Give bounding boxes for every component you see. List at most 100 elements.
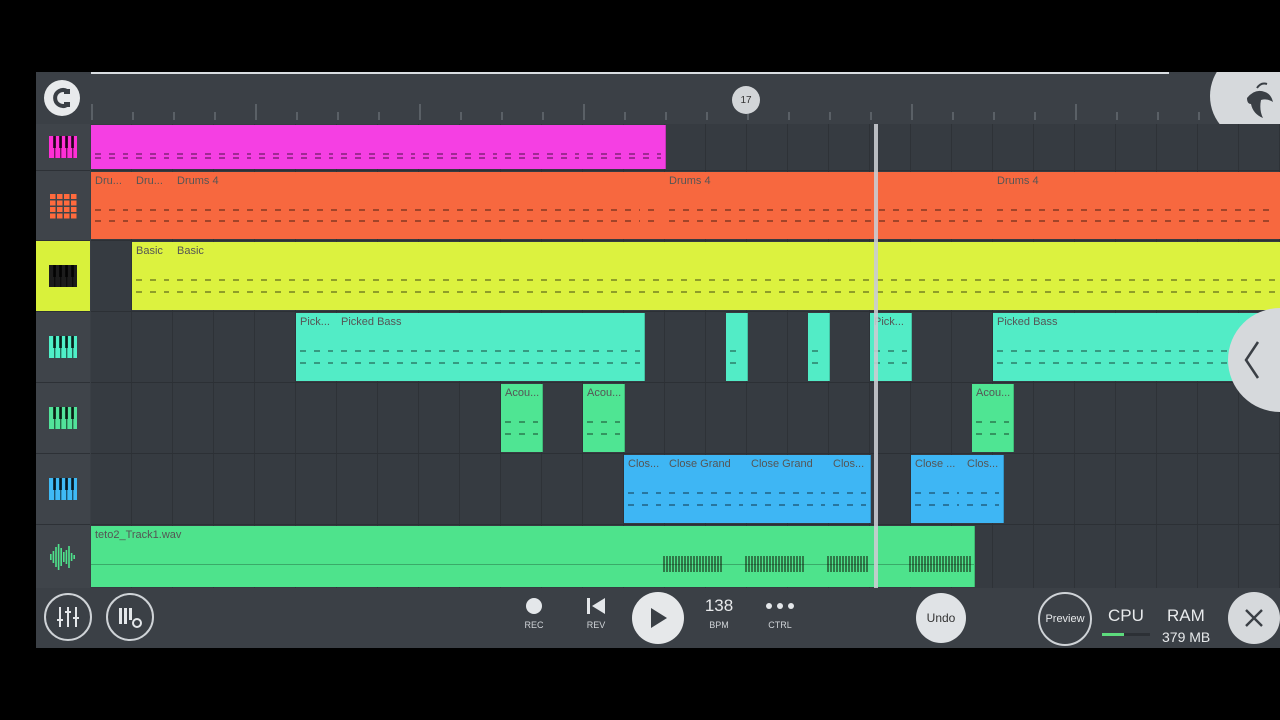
pattern-clip[interactable]: Drums 4 bbox=[173, 172, 645, 239]
clip-notes-preview bbox=[833, 477, 866, 517]
mixer-button[interactable] bbox=[44, 593, 92, 641]
undo-button[interactable]: Undo bbox=[916, 593, 966, 643]
clip-label: Dru... bbox=[136, 175, 163, 187]
track-lane[interactable]: Pick... Picked Bass Pick... Picked Bass bbox=[91, 312, 1280, 383]
piano-roll-icon bbox=[49, 265, 77, 287]
pattern-clip[interactable] bbox=[972, 172, 994, 239]
ruler-tick bbox=[255, 104, 257, 120]
track-lane[interactable]: Dru... Dru... Drums 4 Drums 4 Drums 4 bbox=[91, 171, 1280, 241]
pattern-clip[interactable]: Close ... bbox=[911, 455, 964, 523]
ram-value: 379 MB bbox=[1162, 629, 1211, 645]
ruler-tick bbox=[460, 112, 462, 120]
clip-label: Picked Bass bbox=[997, 316, 1058, 328]
ruler-tick bbox=[1198, 112, 1200, 120]
ruler-ticks bbox=[91, 100, 1280, 120]
pattern-clip[interactable] bbox=[808, 313, 830, 381]
ruler-tick bbox=[665, 112, 667, 120]
more-dots-icon bbox=[766, 603, 794, 609]
clip-label: Acou... bbox=[505, 387, 540, 399]
cpu-label: CPU bbox=[1108, 606, 1144, 625]
track-header[interactable] bbox=[36, 454, 90, 525]
ruler-tick bbox=[296, 112, 298, 120]
track-header[interactable] bbox=[36, 124, 90, 171]
tempo-button[interactable]: 138 BPM bbox=[698, 596, 740, 642]
pattern-clip[interactable]: Basic bbox=[132, 242, 174, 310]
pattern-clip[interactable]: Acou... bbox=[501, 384, 543, 452]
clip-notes-preview bbox=[874, 335, 907, 375]
track-lane[interactable]: Clos... Close Grand Close Grand Clos... Clos… bbox=[91, 454, 1280, 525]
ruler-tick bbox=[132, 112, 134, 120]
pattern-clip[interactable] bbox=[91, 125, 133, 169]
clip-notes-preview bbox=[505, 406, 538, 446]
pattern-clip[interactable]: Acou... bbox=[583, 384, 625, 452]
pattern-clip[interactable]: Dru... bbox=[132, 172, 174, 239]
snap-magnet-button[interactable] bbox=[44, 80, 80, 116]
pattern-clip[interactable]: Clos... bbox=[963, 455, 1004, 523]
ruler-tick bbox=[501, 112, 503, 120]
pattern-clip[interactable] bbox=[726, 313, 748, 381]
track-lane[interactable]: Acou... Acou... Acou... bbox=[91, 383, 1280, 454]
track-lane[interactable] bbox=[91, 124, 1280, 171]
pattern-clip[interactable]: Drums 4 bbox=[665, 172, 973, 239]
drum-grid-icon bbox=[50, 193, 77, 218]
pattern-clip[interactable]: Close Grand bbox=[665, 455, 748, 523]
track-5: Acou... Acou... Acou... bbox=[36, 383, 1280, 454]
preview-button[interactable]: Preview bbox=[1038, 592, 1092, 646]
rewind-button[interactable]: REV bbox=[576, 596, 616, 642]
track-header[interactable] bbox=[36, 525, 90, 589]
clip-notes-preview bbox=[341, 335, 640, 375]
rewind-label: REV bbox=[586, 620, 606, 630]
song-position-bar bbox=[91, 72, 1169, 74]
clip-notes-preview bbox=[95, 147, 128, 163]
control-menu-button[interactable]: CTRL bbox=[760, 596, 800, 642]
chevron-left-icon bbox=[1244, 341, 1260, 379]
close-button[interactable] bbox=[1228, 592, 1280, 644]
pattern-clip[interactable] bbox=[173, 125, 256, 169]
pattern-clip[interactable] bbox=[644, 172, 666, 239]
control-label: CTRL bbox=[768, 620, 792, 630]
clip-notes-preview bbox=[587, 147, 661, 163]
pattern-clip[interactable]: Clos... bbox=[829, 455, 871, 523]
clip-notes-preview bbox=[587, 406, 620, 446]
channel-rack-settings-button[interactable] bbox=[106, 593, 154, 641]
clip-notes-preview bbox=[423, 147, 497, 163]
record-button[interactable]: REC bbox=[514, 596, 554, 642]
track-header[interactable] bbox=[36, 312, 90, 383]
track-header[interactable] bbox=[36, 383, 90, 454]
pattern-clip[interactable] bbox=[501, 125, 584, 169]
song-position-marker[interactable]: 17 bbox=[732, 86, 760, 114]
waveform-baseline bbox=[91, 564, 974, 565]
pattern-clip[interactable]: Drums 4 bbox=[993, 172, 1280, 239]
pattern-clip[interactable]: Close Grand bbox=[747, 455, 830, 523]
ruler-tick bbox=[870, 112, 872, 120]
pattern-clip[interactable]: Pick... bbox=[296, 313, 338, 381]
playlist-window: 17 Dru... Dru... Drums 4 Drums 4 Drums 4 Basi… bbox=[36, 72, 1280, 648]
ruler-tick bbox=[624, 112, 626, 120]
audio-waveform-icon bbox=[50, 543, 75, 570]
pattern-clip[interactable]: Picked Bass bbox=[337, 313, 645, 381]
play-button[interactable] bbox=[632, 592, 684, 644]
track-3: Basic Basic bbox=[36, 241, 1280, 312]
clip-label: Close ... bbox=[915, 458, 956, 470]
pattern-clip[interactable]: Acou... bbox=[972, 384, 1014, 452]
pattern-clip[interactable]: teto2_Track1.wav bbox=[91, 526, 975, 587]
playhead[interactable] bbox=[874, 124, 878, 588]
pattern-clip[interactable]: Clos... bbox=[624, 455, 666, 523]
skip-back-icon bbox=[587, 598, 605, 614]
pattern-clip[interactable] bbox=[337, 125, 420, 169]
ruler-tick bbox=[214, 112, 216, 120]
pattern-clip[interactable] bbox=[583, 125, 666, 169]
track-lane[interactable]: teto2_Track1.wav bbox=[91, 525, 1280, 589]
track-header[interactable] bbox=[36, 241, 90, 312]
pattern-clip[interactable] bbox=[419, 125, 502, 169]
clip-label: Pick... bbox=[874, 316, 904, 328]
pattern-clip[interactable] bbox=[255, 125, 338, 169]
pattern-clip[interactable] bbox=[132, 125, 174, 169]
track-header[interactable] bbox=[36, 171, 90, 241]
track-lane[interactable]: Basic Basic bbox=[91, 241, 1280, 312]
track-4: Pick... Picked Bass Pick... Picked Bass bbox=[36, 312, 1280, 383]
pattern-clip[interactable]: Dru... bbox=[91, 172, 133, 239]
pattern-clip[interactable]: Basic bbox=[173, 242, 1280, 310]
ruler-tick bbox=[1075, 104, 1077, 120]
timeline-ruler[interactable]: 17 bbox=[36, 72, 1280, 142]
